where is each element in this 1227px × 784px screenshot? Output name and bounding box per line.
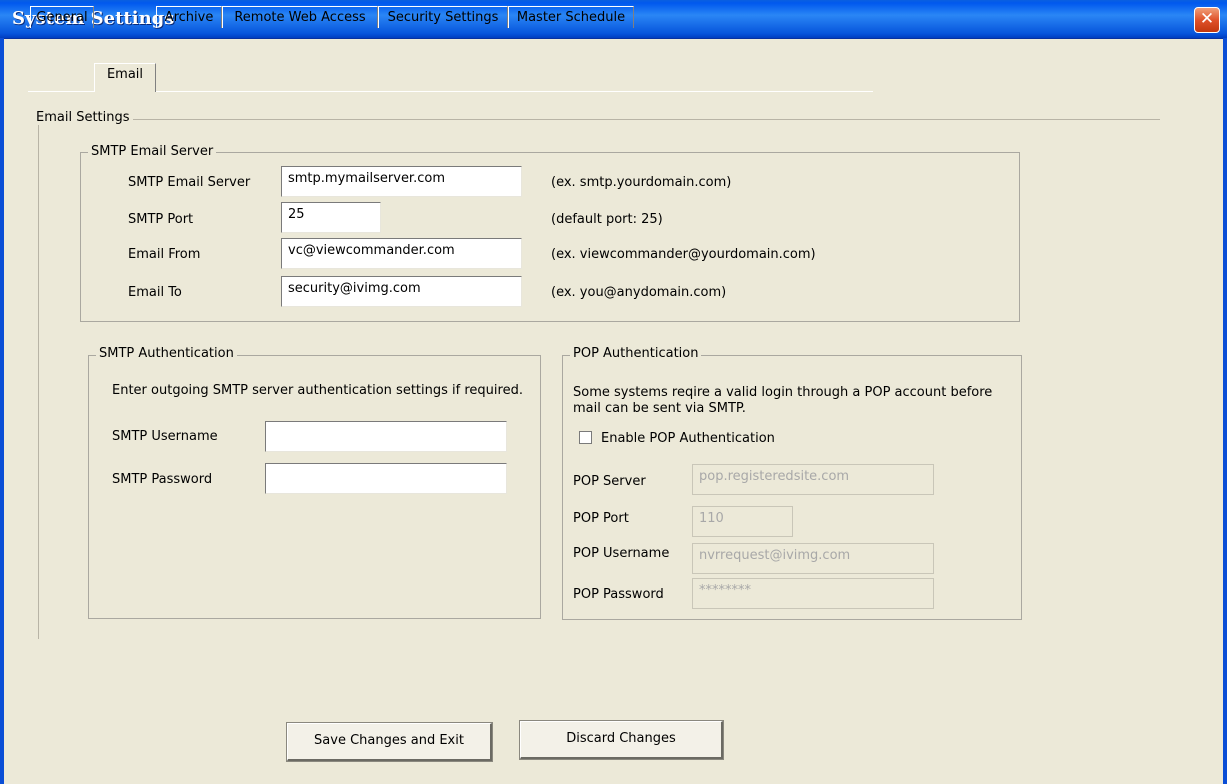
- email-settings-group-label: Email Settings: [33, 110, 133, 125]
- close-icon: ✕: [1199, 9, 1215, 29]
- system-settings-window: System Settings ✕ General Email Archive …: [0, 0, 1227, 784]
- email-to-label: Email To: [128, 285, 182, 300]
- pop-password-label: POP Password: [573, 587, 664, 602]
- email-to-input[interactable]: security@ivimg.com: [281, 276, 522, 307]
- save-changes-button[interactable]: Save Changes and Exit: [287, 723, 492, 761]
- tab-general[interactable]: General: [30, 6, 94, 28]
- smtp-password-label: SMTP Password: [112, 472, 213, 487]
- smtp-username-input[interactable]: [265, 421, 507, 452]
- window-frame-right: [1223, 38, 1227, 784]
- close-button[interactable]: ✕: [1194, 7, 1220, 33]
- email-settings-border-top: [38, 119, 1160, 120]
- pop-server-label: POP Server: [573, 474, 646, 489]
- smtp-username-label: SMTP Username: [112, 429, 218, 444]
- pop-port-input[interactable]: 110: [692, 506, 793, 537]
- pop-auth-description-line1: Some systems reqire a valid login throug…: [573, 385, 993, 400]
- smtp-port-label: SMTP Port: [128, 212, 194, 227]
- email-from-hint: (ex. viewcommander@yourdomain.com): [551, 247, 816, 262]
- email-from-input[interactable]: vc@viewcommander.com: [281, 238, 522, 269]
- pop-password-input[interactable]: ********: [692, 578, 934, 609]
- smtp-server-label: SMTP Email Server: [128, 175, 251, 190]
- discard-changes-button[interactable]: Discard Changes: [520, 721, 723, 759]
- pop-auth-description-line2: mail can be sent via SMTP.: [573, 401, 746, 416]
- tab-archive[interactable]: Archive: [156, 6, 222, 28]
- window-frame-left: [0, 38, 4, 784]
- smtp-email-server-group-label: SMTP Email Server: [88, 144, 217, 159]
- tab-security-settings[interactable]: Security Settings: [378, 6, 508, 28]
- email-to-hint: (ex. you@anydomain.com): [551, 285, 727, 300]
- pop-authentication-group-label: POP Authentication: [570, 346, 702, 361]
- pop-username-input[interactable]: nvrrequest@ivimg.com: [692, 543, 934, 574]
- smtp-auth-description: Enter outgoing SMTP server authenticatio…: [112, 383, 523, 398]
- pop-username-label: POP Username: [573, 546, 670, 561]
- enable-pop-auth-label[interactable]: Enable POP Authentication: [601, 431, 775, 446]
- smtp-port-hint: (default port: 25): [551, 212, 663, 227]
- email-settings-border-left: [38, 119, 39, 639]
- tab-remote-web-access[interactable]: Remote Web Access: [222, 6, 378, 28]
- pop-port-label: POP Port: [573, 511, 629, 526]
- smtp-password-input[interactable]: [265, 463, 507, 494]
- tab-email[interactable]: Email: [94, 63, 156, 92]
- smtp-server-input[interactable]: smtp.mymailserver.com: [281, 166, 522, 197]
- email-from-label: Email From: [128, 247, 201, 262]
- smtp-port-input[interactable]: 25: [281, 202, 381, 233]
- smtp-authentication-group-label: SMTP Authentication: [96, 346, 237, 361]
- tab-master-schedule[interactable]: Master Schedule: [508, 6, 634, 28]
- smtp-server-hint: (ex. smtp.yourdomain.com): [551, 175, 732, 190]
- pop-server-input[interactable]: pop.registeredsite.com: [692, 464, 934, 495]
- enable-pop-auth-checkbox[interactable]: [579, 431, 592, 444]
